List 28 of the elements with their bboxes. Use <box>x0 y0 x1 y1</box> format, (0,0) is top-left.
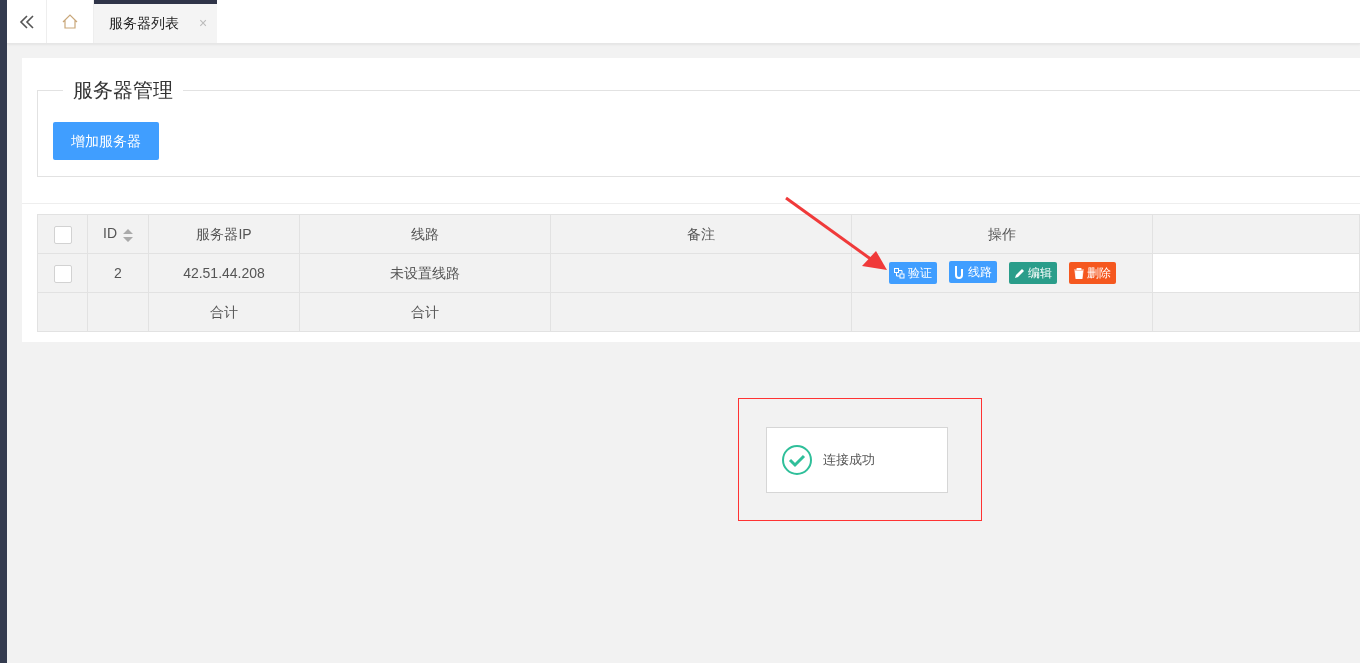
table-cell: 未设置线路 <box>390 264 460 281</box>
column-header: ID <box>103 225 117 242</box>
total-label: 合计 <box>210 303 238 320</box>
column-header: 备注 <box>687 225 715 242</box>
panel-title: 服务器管理 <box>72 80 174 100</box>
edit-button[interactable]: 编辑 <box>1008 262 1057 285</box>
checkbox[interactable] <box>53 264 72 283</box>
pencil-icon <box>1013 267 1025 279</box>
route-button[interactable]: 线路 <box>948 261 997 284</box>
column-header: 操作 <box>988 225 1016 242</box>
route-icon <box>953 265 965 279</box>
verify-button[interactable]: 验证 <box>888 262 937 285</box>
add-server-button[interactable]: 增加服务器 <box>53 122 159 160</box>
total-label: 合计 <box>411 303 439 320</box>
home-icon[interactable] <box>62 14 78 29</box>
table-cell: 42.51.44.208 <box>183 264 265 281</box>
delete-button[interactable]: 删除 <box>1068 262 1116 285</box>
link-icon <box>893 267 905 279</box>
column-header: 服务器IP <box>196 225 252 242</box>
toast-text: 连接成功 <box>823 451 875 470</box>
checkbox[interactable] <box>53 225 72 244</box>
tab[interactable]: 服务器列表 × <box>94 0 218 43</box>
table-cell: 2 <box>114 264 122 281</box>
check-circle-icon <box>781 444 813 476</box>
tab-label: 服务器列表 <box>109 14 179 33</box>
double-chevron-icon[interactable] <box>18 14 35 29</box>
column-header: 线路 <box>411 225 439 242</box>
trash-icon <box>1073 267 1084 279</box>
